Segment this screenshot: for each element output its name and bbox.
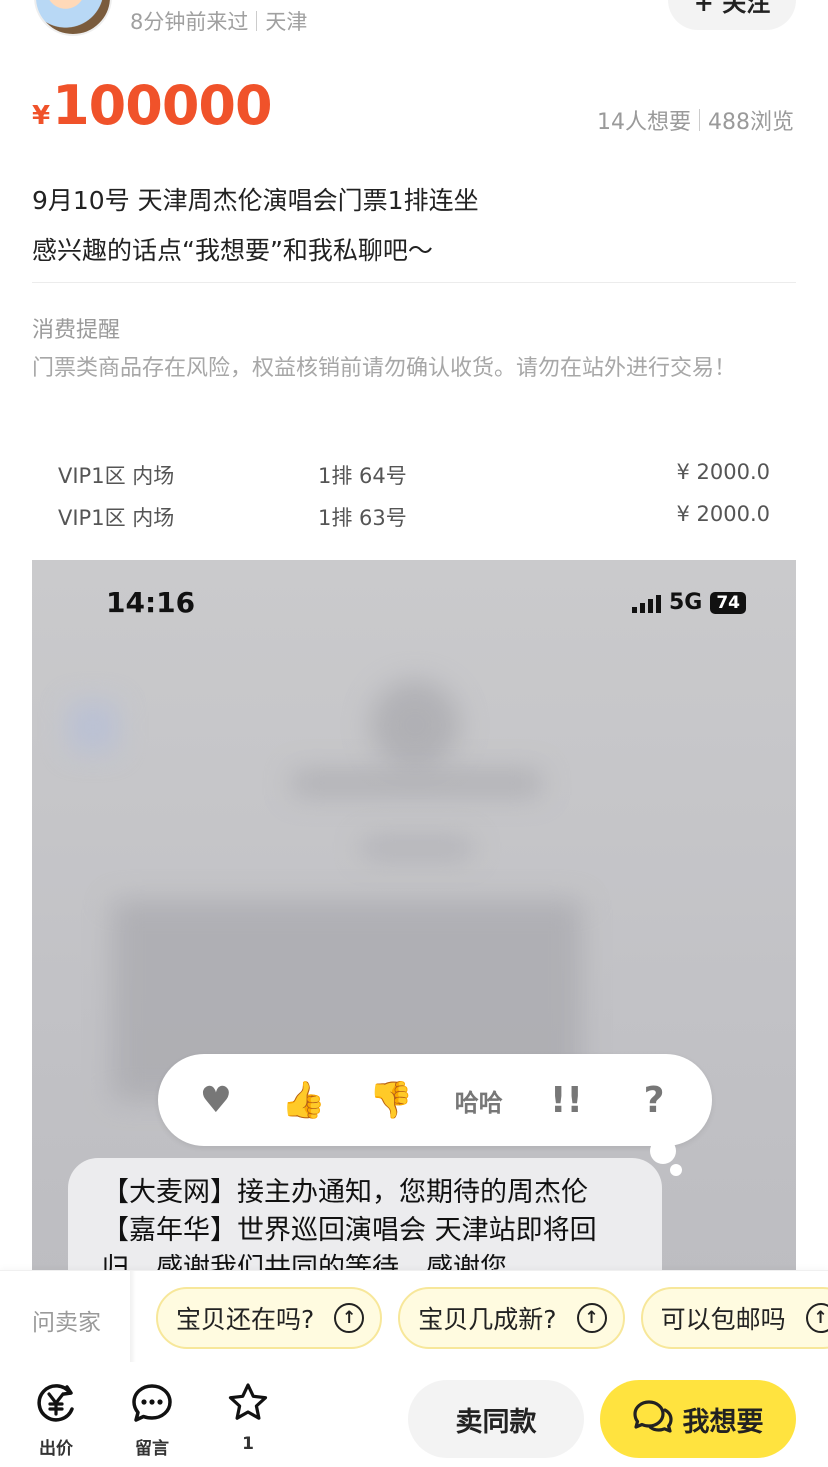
star-icon: [218, 1380, 278, 1426]
ticket-zone: VIP1区 内场: [58, 506, 175, 530]
ask-seller-bar: 问卖家 宝贝还在吗? ↑ 宝贝几成新? ↑ 可以包邮吗 ↑: [0, 1270, 828, 1362]
seller-meta: 8分钟前来过 天津: [130, 6, 307, 36]
currency-symbol: ¥: [32, 101, 51, 131]
ticket-price: ¥ 2000.0: [676, 502, 770, 526]
bottom-action-bar: 出价 留言 1 卖同款 我想要: [0, 1362, 828, 1467]
want-button[interactable]: 我想要: [600, 1380, 796, 1458]
favorite-count: 1: [242, 1434, 254, 1454]
wants-count: 14人想要: [597, 110, 691, 135]
comment-button[interactable]: 留言: [122, 1380, 182, 1459]
item-stats: 14人想要 488浏览: [597, 104, 794, 136]
seller-header: 8分钟前来过 天津 + 关注: [0, 0, 828, 50]
price: ¥ 100000: [32, 74, 273, 137]
chat-bubble-icon: [632, 1398, 673, 1441]
quick-question-text: 宝贝还在吗?: [176, 1305, 315, 1334]
ask-separator: [130, 1271, 136, 1362]
quick-question-chip[interactable]: 宝贝还在吗? ↑: [156, 1287, 383, 1349]
seller-location: 天津: [265, 10, 308, 34]
quick-question-chip[interactable]: 宝贝几成新? ↑: [398, 1287, 625, 1349]
ticket-zone: VIP1区 内场: [58, 464, 175, 488]
follow-button[interactable]: + 关注: [668, 0, 796, 30]
quick-question-text: 可以包邮吗: [660, 1305, 786, 1334]
network-label: 5G: [668, 590, 703, 615]
status-indicators: 5G 74: [631, 590, 746, 615]
item-description: 9月10号 天津周杰伦演唱会门票1排连坐 感兴趣的话点“我想要”和我私聊吧～: [32, 176, 796, 276]
arrow-up-icon: ↑: [805, 1303, 828, 1333]
quick-question-chip[interactable]: 可以包邮吗 ↑: [640, 1287, 828, 1349]
arrow-up-icon: ↑: [576, 1303, 607, 1333]
blurred-name: [292, 770, 542, 796]
bubble-tail: [650, 1138, 676, 1164]
ask-seller-label: 问卖家: [32, 1310, 101, 1336]
reminder-text: 门票类商品存在风险，权益核销前请勿确认收货。请勿在站外进行交易！: [32, 356, 737, 381]
last-seen-text: 8分钟前来过: [130, 10, 249, 34]
want-label: 我想要: [682, 1406, 764, 1438]
blurred-time: [362, 838, 472, 858]
bubble-tail-small: [670, 1164, 682, 1176]
sms-message: 【大麦网】接主办通知，您期待的周杰伦【嘉年华】世界巡回演唱会 天津站即将回归，感…: [68, 1158, 662, 1280]
seller-avatar[interactable]: [34, 0, 112, 36]
meta-divider: [256, 11, 258, 31]
stats-divider: [699, 109, 700, 131]
quick-question-text: 宝贝几成新?: [418, 1305, 557, 1334]
product-image[interactable]: 14:16 5G 74 ♥ 👍 👎 哈哈 !! ? 【大麦网】接主办通知，您期待…: [32, 560, 796, 1280]
thumbs-up-icon: 👍: [281, 1080, 326, 1121]
price-amount: 100000: [52, 74, 272, 137]
haha-icon: 哈哈: [454, 1088, 503, 1117]
signal-icon: [631, 593, 661, 613]
offer-label: 出价: [39, 1439, 73, 1459]
blurred-avatar: [370, 680, 460, 770]
ticket-row: VIP1区 内场 1排 63号 ¥ 2000.0: [58, 496, 770, 538]
favorite-button[interactable]: 1: [218, 1380, 278, 1454]
description-line-1: 9月10号 天津周杰伦演唱会门票1排连坐: [32, 186, 479, 215]
ticket-list: VIP1区 内场 1排 64号 ¥ 2000.0 VIP1区 内场 1排 63号…: [58, 454, 770, 538]
heart-icon: ♥: [199, 1079, 232, 1121]
divider: [32, 282, 796, 283]
reminder-title: 消费提醒: [32, 318, 121, 343]
yen-circle-icon: [26, 1380, 86, 1426]
status-time: 14:16: [106, 586, 196, 619]
exclamation-icon: !!: [550, 1079, 583, 1121]
arrow-up-icon: ↑: [334, 1303, 365, 1333]
offer-button[interactable]: 出价: [26, 1380, 86, 1459]
blurred-icon: [68, 702, 118, 752]
comment-icon: [122, 1380, 182, 1426]
thumbs-down-icon: 👎: [368, 1080, 414, 1121]
ticket-price: ¥ 2000.0: [676, 460, 770, 484]
reaction-bar: ♥ 👍 👎 哈哈 !! ?: [158, 1054, 712, 1146]
quick-question-list: 宝贝还在吗? ↑ 宝贝几成新? ↑ 可以包邮吗 ↑: [156, 1287, 828, 1349]
question-icon: ?: [643, 1079, 665, 1121]
battery-icon: 74: [710, 591, 746, 614]
views-count: 488浏览: [708, 110, 794, 135]
ticket-seat: 1排 63号: [318, 506, 407, 530]
ticket-row: VIP1区 内场 1排 64号 ¥ 2000.0: [58, 454, 770, 496]
sell-same-button[interactable]: 卖同款: [408, 1380, 584, 1458]
description-line-2: 感兴趣的话点“我想要”和我私聊吧～: [32, 236, 433, 265]
ticket-seat: 1排 64号: [318, 464, 407, 488]
comment-label: 留言: [135, 1439, 169, 1459]
